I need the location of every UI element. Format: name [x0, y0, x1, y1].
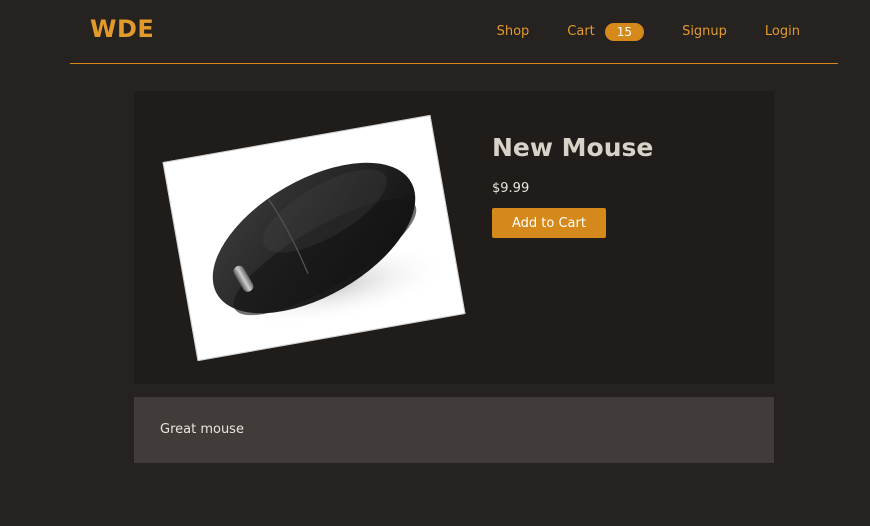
product-price: $9.99 [492, 181, 530, 196]
product-title: New Mouse [492, 133, 654, 162]
nav-link-login[interactable]: Login [765, 23, 800, 41]
product-info: New Mouse $9.99 Add to Cart [492, 133, 653, 238]
main-nav: Shop Cart 15 Signup Login [497, 23, 800, 41]
cart-label: Cart [567, 24, 595, 39]
navbar: WDE Shop Cart 15 Signup Login [70, 0, 838, 64]
cart-count-badge: 15 [604, 23, 645, 41]
nav-link-shop[interactable]: Shop [497, 23, 530, 41]
product-description-panel: Great mouse [134, 397, 774, 463]
brand-logo[interactable]: WDE [90, 17, 154, 41]
add-to-cart-button[interactable]: Add to Cart [492, 208, 606, 238]
product-description: Great mouse [160, 422, 244, 437]
nav-link-cart[interactable]: Cart 15 [567, 23, 645, 41]
nav-link-signup[interactable]: Signup [682, 23, 727, 41]
